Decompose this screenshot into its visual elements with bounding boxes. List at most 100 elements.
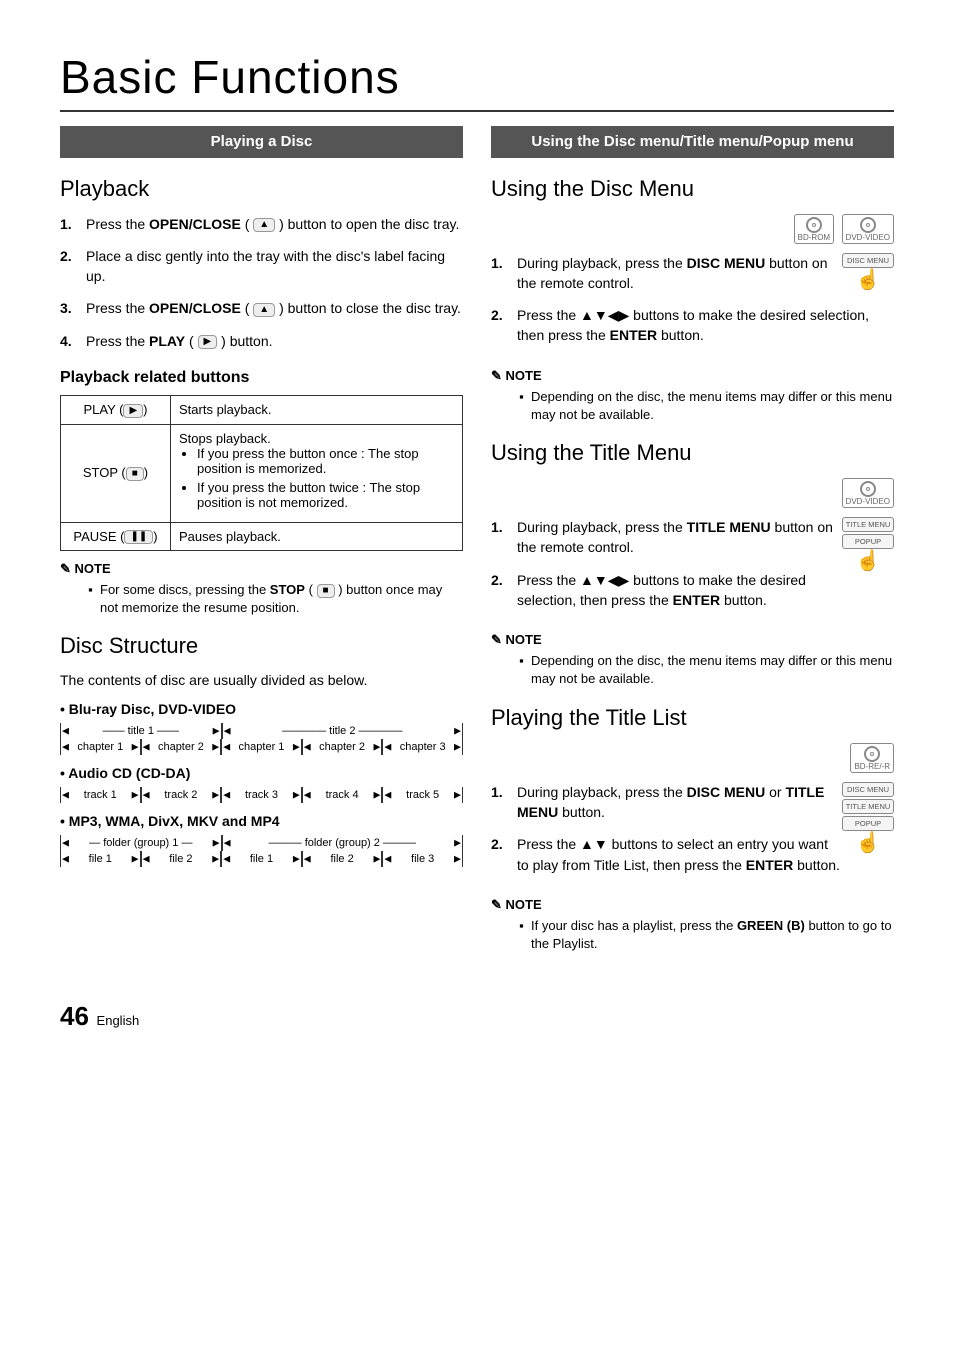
struct-row: ◀track 1▶ ◀track 2▶ ◀track 3▶ ◀track 4▶ … [60, 787, 463, 803]
step-bold: OPEN/CLOSE [149, 300, 241, 316]
struct-row: ◀file 1▶ ◀file 2▶ ◀file 1▶ ◀file 2▶ ◀fil… [60, 851, 463, 867]
step-bold: OPEN/CLOSE [149, 216, 241, 232]
step-bold: PLAY [149, 333, 185, 349]
struct-label: • Blu-ray Disc, DVD-VIDEO [60, 701, 463, 717]
btn-desc-cell: Pauses playback. [171, 522, 463, 551]
step-tail: button. [230, 333, 273, 349]
disc-badge-icon: DVD-VIDEO [842, 214, 894, 244]
seg: ◀track 5▶ [382, 787, 463, 803]
table-row: PLAY (▶) Starts playback. [61, 395, 463, 424]
note-pre: For some discs, pressing the [100, 582, 270, 597]
seg: ◀—— title 1 ——▶ [60, 723, 222, 739]
step: Press the ▲▼◀▶ buttons to make the desir… [491, 305, 894, 346]
step: Press the ▲▼◀▶ buttons to make the desir… [491, 570, 894, 611]
seg: ◀file 1▶ [60, 851, 141, 867]
note-item: Depending on the disc, the menu items ma… [531, 388, 894, 424]
open-close-icon: ▲ [253, 303, 275, 317]
struct-label: • MP3, WMA, DivX, MKV and MP4 [60, 813, 463, 829]
table-row: PAUSE (❚❚) Pauses playback. [61, 522, 463, 551]
stop-icon: ■ [317, 584, 335, 598]
seg: ◀chapter 1▶ [221, 739, 302, 755]
left-column: Playing a Disc Playback Press the OPEN/C… [60, 126, 463, 961]
struct-row: ◀—— title 1 ——▶ ◀———— title 2 ————▶ [60, 723, 463, 739]
seg: ◀——— folder (group) 2 ———▶ [222, 835, 463, 851]
page-title: Basic Functions [60, 50, 894, 112]
note-list: For some discs, pressing the STOP ( ■ ) … [100, 581, 463, 617]
seg: ◀file 1▶ [221, 851, 302, 867]
step: Press the OPEN/CLOSE ( ▲ ) button to clo… [60, 298, 463, 318]
disc-badges: BD-ROM DVD-VIDEO [491, 214, 894, 245]
structure-intro: The contents of disc are usually divided… [60, 671, 463, 691]
heading-title-list: Playing the Title List [491, 705, 894, 731]
disc-badges: BD-RE/-R [491, 743, 894, 774]
note-bold: STOP [270, 582, 305, 597]
playback-steps: Press the OPEN/CLOSE ( ▲ ) button to ope… [60, 214, 463, 351]
seg: ◀———— title 2 ————▶ [222, 723, 463, 739]
note-heading: NOTE [60, 561, 463, 577]
btn-name-cell: PAUSE (❚❚) [61, 522, 171, 551]
disc-menu-steps: During playback, press the DISC MENU but… [491, 253, 894, 346]
struct-label: • Audio CD (CD-DA) [60, 765, 463, 781]
step-text: Press the [86, 300, 149, 316]
disc-badge-icon: BD-RE/-R [850, 743, 894, 773]
step: During playback, press the DISC MENU but… [491, 253, 894, 294]
step-tail: button to open the disc tray. [288, 216, 460, 232]
step: During playback, press the TITLE MENU bu… [491, 517, 894, 558]
seg: ◀chapter 1▶ [60, 739, 141, 755]
disc-badge-icon: DVD-VIDEO [842, 478, 894, 508]
heading-related-buttons: Playback related buttons [60, 369, 463, 387]
note-item: For some discs, pressing the STOP ( ■ ) … [100, 581, 463, 617]
btn-name: STOP [83, 465, 118, 480]
seg: ◀file 2▶ [302, 851, 383, 867]
stop-icon: ■ [126, 467, 144, 481]
heading-playback: Playback [60, 176, 463, 202]
seg: ◀chapter 2▶ [141, 739, 222, 755]
open-close-icon: ▲ [253, 218, 275, 232]
step-text: Press the [86, 216, 149, 232]
struct-row: ◀— folder (group) 1 —▶ ◀——— folder (grou… [60, 835, 463, 851]
heading-disc-structure: Disc Structure [60, 633, 463, 659]
step-tail: button to close the disc tray. [288, 300, 461, 316]
page-lang: English [97, 1013, 140, 1028]
btn-name: PAUSE [73, 529, 116, 544]
note-heading: NOTE [491, 368, 894, 384]
title-menu-steps: During playback, press the TITLE MENU bu… [491, 517, 894, 610]
right-column: Using the Disc menu/Title menu/Popup men… [491, 126, 894, 961]
play-icon: ▶ [198, 335, 218, 349]
note-list: If your disc has a playlist, press the G… [531, 917, 894, 953]
note-item: If your disc has a playlist, press the G… [531, 917, 894, 953]
bullet: If you press the button once : The stop … [197, 446, 454, 476]
seg: ◀chapter 3▶ [382, 739, 463, 755]
seg: ◀file 2▶ [141, 851, 222, 867]
note-list: Depending on the disc, the menu items ma… [531, 388, 894, 424]
step-text: Place a disc gently into the tray with t… [86, 248, 445, 284]
pause-icon: ❚❚ [124, 530, 153, 544]
band-menus: Using the Disc menu/Title menu/Popup men… [491, 126, 894, 158]
btn-name-cell: PLAY (▶) [61, 395, 171, 424]
seg: ◀— folder (group) 1 —▶ [60, 835, 222, 851]
seg: ◀track 4▶ [302, 787, 383, 803]
note-item: Depending on the disc, the menu items ma… [531, 652, 894, 688]
step: Place a disc gently into the tray with t… [60, 246, 463, 287]
seg: ◀chapter 2▶ [302, 739, 383, 755]
seg: ◀track 1▶ [60, 787, 141, 803]
band-playing-disc: Playing a Disc [60, 126, 463, 158]
note-heading: NOTE [491, 632, 894, 648]
btn-desc-cell: Stops playback. If you press the button … [171, 424, 463, 522]
title-list-steps: During playback, press the DISC MENU or … [491, 782, 894, 875]
btn-name: PLAY [83, 402, 115, 417]
step: During playback, press the DISC MENU or … [491, 782, 894, 823]
heading-disc-menu: Using the Disc Menu [491, 176, 894, 202]
page-number: 46 [60, 1001, 89, 1031]
btn-desc-cell: Starts playback. [171, 395, 463, 424]
step-text: Press the [86, 333, 149, 349]
note-heading: NOTE [491, 897, 894, 913]
heading-title-menu: Using the Title Menu [491, 440, 894, 466]
step: Press the ▲▼ buttons to select an entry … [491, 834, 894, 875]
bullet: If you press the button twice : The stop… [197, 480, 454, 510]
table-row: STOP (■) Stops playback. If you press th… [61, 424, 463, 522]
step: Press the OPEN/CLOSE ( ▲ ) button to ope… [60, 214, 463, 234]
disc-badges: DVD-VIDEO [491, 478, 894, 509]
step: Press the PLAY ( ▶ ) button. [60, 331, 463, 351]
btn-name-cell: STOP (■) [61, 424, 171, 522]
